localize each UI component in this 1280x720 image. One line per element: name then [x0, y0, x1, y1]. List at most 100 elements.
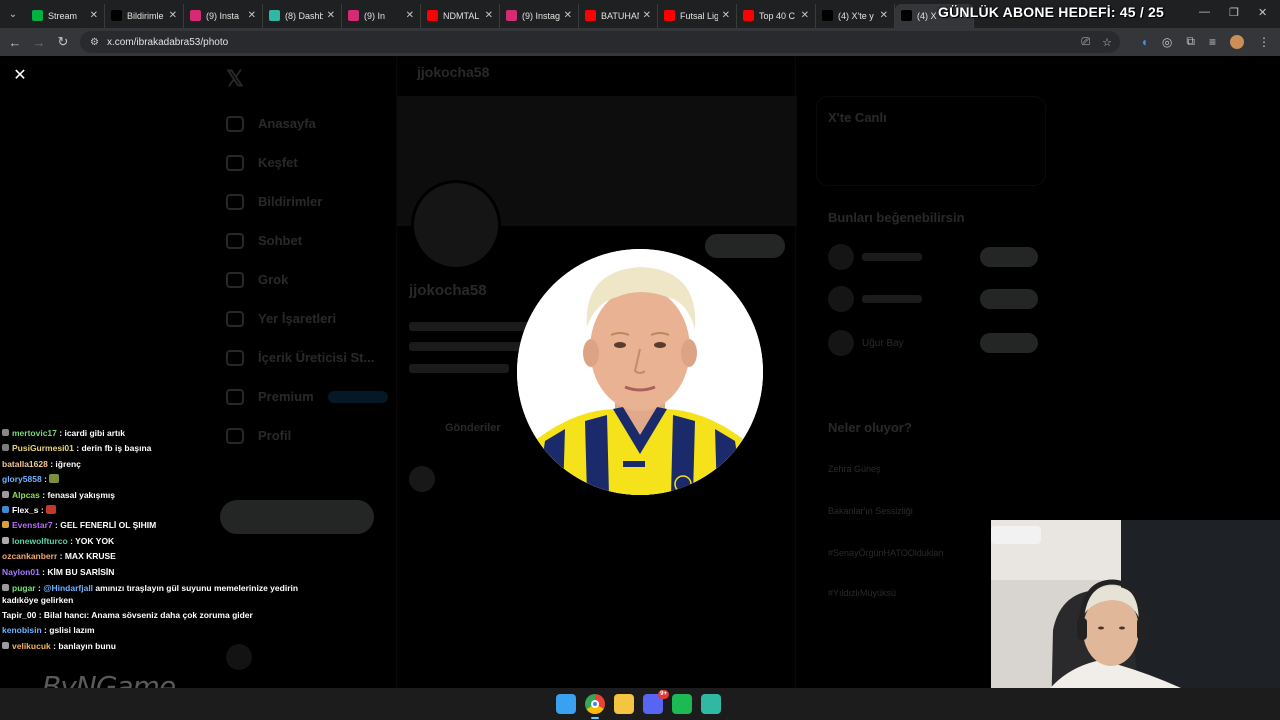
browser-tab[interactable]: NDMTAL ✕: [421, 3, 500, 28]
reading-list-icon[interactable]: ≡: [1209, 35, 1216, 49]
chrome-icon[interactable]: [585, 694, 605, 719]
puzzle-icon[interactable]: ⧉: [1186, 34, 1195, 49]
browser-tab[interactable]: (9) Instag ✕: [500, 3, 579, 28]
forward-icon[interactable]: →: [27, 35, 51, 50]
follow-suggestion-button[interactable]: [980, 289, 1038, 309]
suggestion-row[interactable]: [828, 286, 1038, 312]
close-tab-icon[interactable]: ✕: [564, 10, 572, 21]
close-photo-icon[interactable]: ✕: [12, 68, 28, 84]
browser-tab[interactable]: Bildirimle ✕: [105, 3, 184, 28]
sidebar-nav: Anasayfa Keşfet Bildirimler Sohbet Grok Yer İ…: [226, 104, 388, 455]
x-icon: [901, 10, 912, 21]
url-omnibox[interactable]: ⚙ x.com/ibrakadabra53/photo ⎚ ☆: [80, 31, 1120, 53]
trend-item[interactable]: #SenayÖrgünHATOOldukları: [828, 548, 944, 558]
suggestion-row[interactable]: [828, 244, 1038, 270]
follow-suggestion-button[interactable]: [980, 247, 1038, 267]
chat-badge-icon: [2, 506, 9, 514]
sidebar-item[interactable]: Anasayfa: [226, 104, 388, 143]
app-icon[interactable]: [701, 694, 721, 714]
tab-search-button[interactable]: ⌄: [0, 0, 26, 28]
chat-message: Tapir_00 : Bilal hancı: Anama sövseniz d…: [2, 610, 253, 621]
dashboard-icon: [269, 10, 280, 21]
chat-badge-icon: [2, 521, 9, 529]
chat-badge-icon: [2, 429, 9, 436]
minimize-icon[interactable]: —: [1199, 6, 1210, 18]
bookmark-star-icon[interactable]: ☆: [1102, 36, 1112, 49]
address-bar-row: ← → ↻ ⚙ x.com/ibrakadabra53/photo ⎚ ☆ ◖ …: [0, 28, 1280, 56]
close-tab-icon[interactable]: ✕: [485, 10, 493, 21]
sidebar-item[interactable]: Keşfet: [226, 143, 388, 182]
sidebar-item[interactable]: Bildirimler: [226, 182, 388, 221]
file-explorer-icon[interactable]: [614, 694, 634, 714]
tab-title: Top 40 C: [759, 10, 796, 21]
chat-message: lonewolfturco : YOK YOK: [2, 534, 302, 549]
chat-badge-icon: [2, 641, 9, 649]
close-tab-icon[interactable]: ✕: [327, 10, 335, 21]
windows-start-icon[interactable]: [556, 694, 576, 714]
chat-text: derin fb iş başına: [81, 443, 152, 454]
chat-username: kenobisin: [2, 625, 42, 636]
site-info-icon[interactable]: ⚙: [90, 37, 99, 48]
close-tab-icon[interactable]: ✕: [248, 10, 256, 21]
browser-tab[interactable]: (9) Insta ✕: [184, 3, 263, 28]
chat-text: GEL FENERLİ OL ŞIHIM: [60, 520, 157, 531]
close-tab-icon[interactable]: ✕: [801, 10, 809, 21]
tweet-avatar[interactable]: [409, 466, 435, 492]
browser-tab[interactable]: Top 40 C ✕: [737, 3, 816, 28]
trend-item[interactable]: #YıldızlıMüyüksü: [828, 588, 896, 598]
tab-title: (8) Dashb: [285, 10, 323, 21]
suggestion-row[interactable]: Uğur Bay: [828, 330, 1038, 356]
restore-icon[interactable]: ❐: [1229, 6, 1239, 19]
browser-tab[interactable]: (4) X'te y ✕: [816, 3, 895, 28]
follow-suggestion-button[interactable]: [980, 333, 1038, 353]
profile-avatar-icon[interactable]: [1230, 34, 1244, 49]
chat-username: PusiGurmesi01: [12, 443, 74, 454]
spotify-icon[interactable]: [672, 694, 692, 714]
discord-notification-badge: 9+: [658, 690, 669, 699]
discord-icon[interactable]: 9+: [643, 690, 669, 714]
close-tab-icon[interactable]: ✕: [643, 10, 651, 21]
close-tab-icon[interactable]: ✕: [880, 10, 888, 21]
browser-tab[interactable]: BATUHAN ✕: [579, 3, 658, 28]
x-logo-icon[interactable]: 𝕏: [226, 66, 244, 92]
trend-item[interactable]: Zehra Güneş: [828, 464, 881, 474]
close-tab-icon[interactable]: ✕: [406, 10, 414, 21]
more-menu-icon[interactable]: ⋮: [1258, 35, 1270, 49]
nav-icon: [226, 193, 244, 210]
tab-title: Bildirimle: [127, 10, 164, 21]
install-icon[interactable]: ⎚: [1081, 36, 1090, 49]
profile-header-title: jjokocha58: [417, 64, 490, 80]
close-tab-icon[interactable]: ✕: [90, 10, 98, 21]
sidebar-item[interactable]: Premium: [226, 377, 388, 416]
suggestions-title: Bunları beğenebilirsin: [828, 210, 965, 225]
tab-posts[interactable]: Gönderiler: [445, 422, 501, 434]
back-icon[interactable]: ←: [3, 35, 27, 50]
sidebar-item[interactable]: Sohbet: [226, 221, 388, 260]
chat-text: fenasal yakışmış: [47, 489, 116, 500]
nav-icon: [226, 154, 244, 171]
reload-icon[interactable]: ↻: [51, 34, 75, 50]
follow-button[interactable]: [705, 234, 785, 258]
close-tab-icon[interactable]: ✕: [169, 10, 177, 21]
chat-message: Flex_s :: [2, 503, 302, 518]
profile-photo-image: [517, 249, 763, 495]
browser-tab[interactable]: (9) In ✕: [342, 3, 421, 28]
sidebar-item[interactable]: Yer İşaretleri: [226, 299, 388, 338]
sidebar-item[interactable]: Grok: [226, 260, 388, 299]
extension-audio-icon[interactable]: ◖: [1141, 35, 1148, 49]
browser-tab[interactable]: Futsal Lig ✕: [658, 3, 737, 28]
youtube-icon: [427, 10, 438, 21]
tab-title: NDMTAL: [443, 10, 480, 21]
sidebar-item-label: İçerik Üreticisi St...: [258, 350, 375, 365]
trend-item[interactable]: Bakanlar'ın Sessizliği: [828, 506, 913, 516]
close-window-icon[interactable]: ✕: [1258, 6, 1267, 19]
tab-title: (9) Instag: [522, 10, 560, 21]
browser-tab[interactable]: (8) Dashb ✕: [263, 3, 342, 28]
profile-avatar[interactable]: [411, 180, 501, 270]
extension-icon[interactable]: ◎: [1162, 35, 1172, 49]
sidebar-item[interactable]: İçerik Üreticisi St...: [226, 338, 388, 377]
sidebar-item-label: Premium: [258, 389, 314, 404]
browser-tab[interactable]: Stream ✕: [26, 3, 105, 28]
chat-text: banlayın bunu: [58, 640, 116, 651]
close-tab-icon[interactable]: ✕: [722, 10, 730, 21]
